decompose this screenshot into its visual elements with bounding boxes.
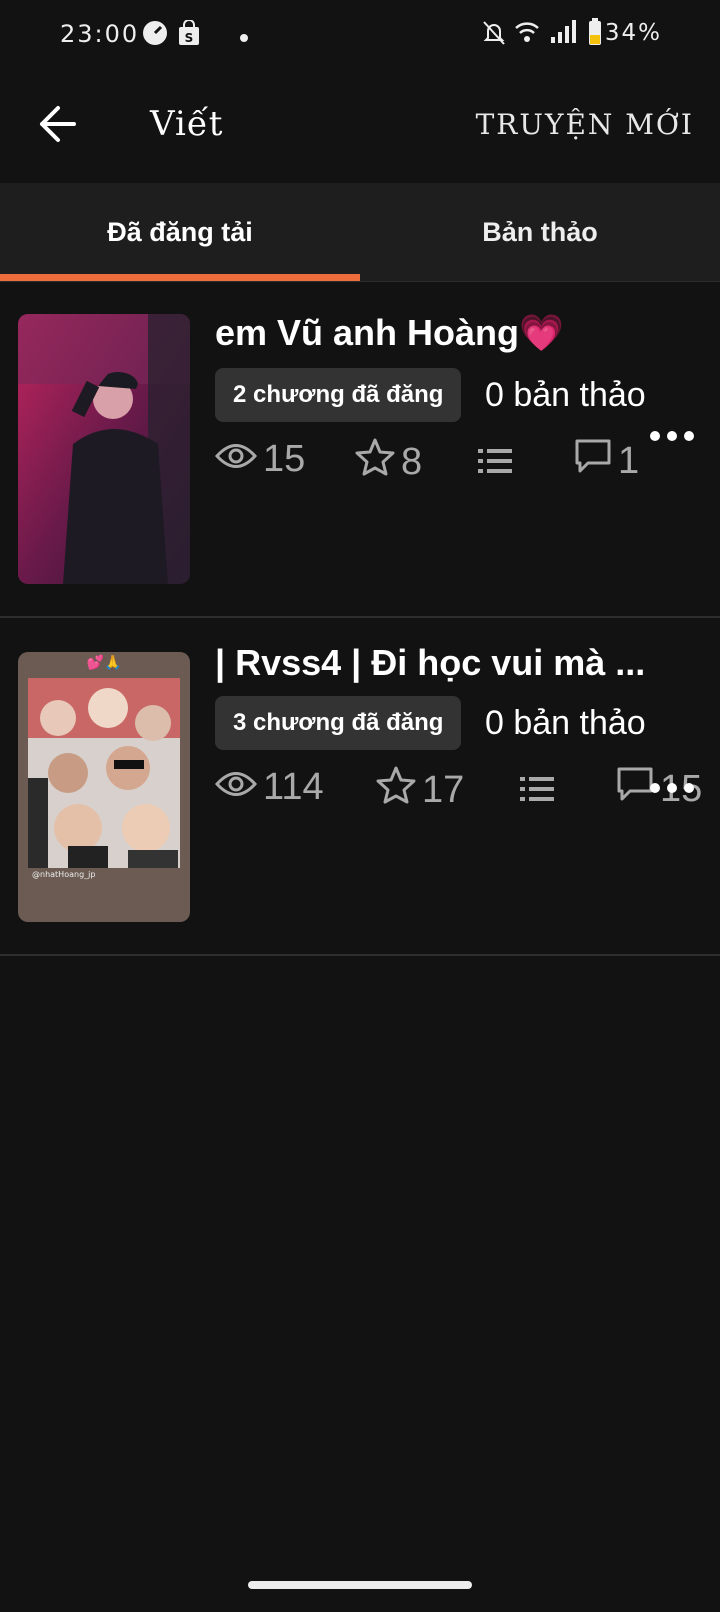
- status-time: 23:00: [60, 20, 140, 48]
- page-title: Viết: [150, 104, 224, 144]
- comment-icon: [574, 438, 618, 484]
- dot-icon: [240, 29, 248, 47]
- drafts-count: 0 bản thảo: [485, 376, 646, 414]
- published-parts-badge: 2 chương đã đăng: [215, 368, 462, 422]
- svg-text:S: S: [185, 31, 194, 45]
- mute-bell-icon: [482, 20, 506, 51]
- story-title: em Vũ anh Hoàng💗: [215, 312, 564, 353]
- reads-count: 15: [263, 438, 306, 480]
- wifi-icon: [514, 20, 540, 49]
- cover-caption: @nhatHoang_jp: [32, 870, 96, 879]
- back-arrow-icon[interactable]: [38, 104, 78, 144]
- speedometer-icon: [142, 20, 168, 51]
- home-indicator[interactable]: [248, 1581, 472, 1589]
- votes-count: 8: [401, 440, 423, 483]
- battery-icon: [588, 18, 602, 51]
- tab-drafts[interactable]: Bản thảo: [360, 183, 720, 281]
- star-icon: [355, 438, 401, 486]
- story-card[interactable]: 💕🙏 @nhatHoang_jp | Rvss4 | Đi học vui mà…: [0, 618, 720, 956]
- more-options-icon[interactable]: [650, 783, 696, 795]
- battery-level: 34%: [604, 20, 662, 46]
- reads-stat: 114: [214, 766, 324, 809]
- comments-stat: 1: [574, 438, 639, 484]
- reads-count: 114: [263, 766, 324, 808]
- parts-list-stat: [520, 770, 560, 813]
- votes-stat: 8: [355, 438, 422, 486]
- tab-bar: Đã đăng tải Bản thảo: [0, 183, 720, 282]
- list-icon: [520, 770, 560, 813]
- star-icon: [376, 766, 422, 814]
- new-story-button[interactable]: TRUYỆN MỚI: [476, 108, 694, 141]
- tab-published[interactable]: Đã đăng tải: [0, 183, 360, 281]
- cover-emoji: 💕🙏: [86, 654, 122, 670]
- app-bar: Viết TRUYỆN MỚI: [0, 68, 720, 183]
- story-cover-image[interactable]: 💕🙏 @nhatHoang_jp: [18, 652, 190, 922]
- more-options-icon[interactable]: [650, 431, 696, 443]
- story-cover-image[interactable]: [18, 314, 190, 584]
- shop-bag-icon: S: [178, 19, 200, 51]
- eye-icon: [214, 438, 263, 481]
- votes-stat: 17: [376, 766, 464, 814]
- parts-list-stat: [478, 442, 518, 485]
- signal-icon: [550, 20, 576, 49]
- list-icon: [478, 442, 518, 485]
- comments-count: 1: [618, 439, 640, 482]
- story-card[interactable]: em Vũ anh Hoàng💗 2 chương đã đăng 0 bản …: [0, 282, 720, 618]
- votes-count: 17: [422, 768, 465, 811]
- status-bar: 23:00 S 34%: [0, 0, 720, 68]
- published-parts-badge: 3 chương đã đăng: [215, 696, 462, 750]
- active-tab-indicator: [0, 274, 360, 281]
- eye-icon: [214, 766, 263, 809]
- drafts-count: 0 bản thảo: [485, 704, 646, 742]
- reads-stat: 15: [214, 438, 306, 481]
- story-title: | Rvss4 | Đi học vui mà ...: [215, 642, 646, 683]
